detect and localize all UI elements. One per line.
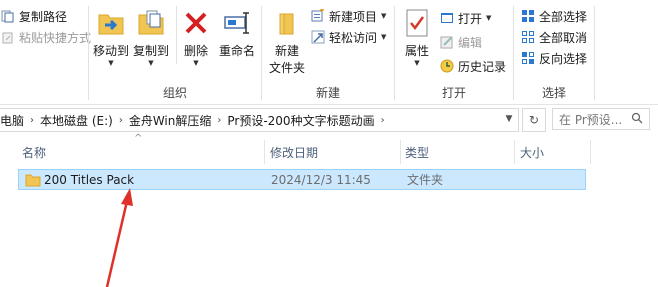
annotation-arrow	[105, 188, 133, 287]
